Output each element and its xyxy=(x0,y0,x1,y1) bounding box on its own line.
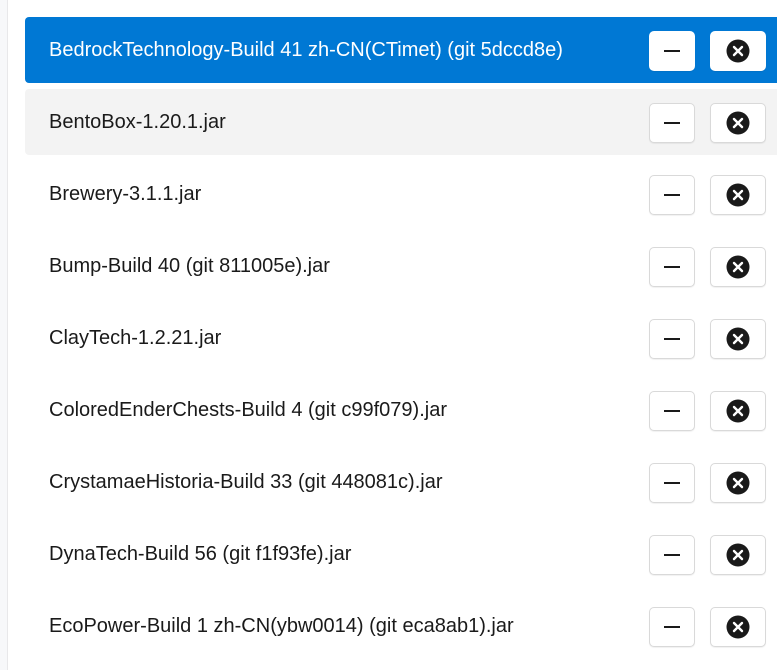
remove-plugin-button[interactable] xyxy=(710,31,766,71)
remove-plugin-button[interactable] xyxy=(710,607,766,647)
remove-plugin-button[interactable] xyxy=(710,247,766,287)
disable-plugin-button[interactable] xyxy=(649,535,695,575)
minus-icon xyxy=(664,338,680,340)
plugin-manager-window: BedrockTechnology-Build 41 zh-CN(CTimet)… xyxy=(0,0,777,670)
close-circle-icon xyxy=(726,327,750,351)
minus-icon xyxy=(664,122,680,124)
remove-plugin-button[interactable] xyxy=(710,391,766,431)
close-circle-icon xyxy=(726,543,750,567)
plugin-row[interactable]: CrystamaeHistoria-Build 33 (git 448081c)… xyxy=(25,449,777,515)
plugin-row[interactable]: ClayTech-1.2.21.jar xyxy=(25,305,777,371)
remove-plugin-button[interactable] xyxy=(710,535,766,575)
plugin-name: CrystamaeHistoria-Build 33 (git 448081c)… xyxy=(49,471,443,493)
plugin-row[interactable]: DynaTech-Build 56 (git f1f93fe).jar xyxy=(25,521,777,587)
disable-plugin-button[interactable] xyxy=(649,463,695,503)
plugin-name: BentoBox-1.20.1.jar xyxy=(49,111,226,133)
close-circle-icon xyxy=(726,111,750,135)
plugin-row[interactable]: EcoPower-Build 1 zh-CN(ybw0014) (git eca… xyxy=(25,593,777,659)
plugin-name: ClayTech-1.2.21.jar xyxy=(49,327,222,349)
close-circle-icon xyxy=(726,399,750,423)
plugin-row[interactable]: Brewery-3.1.1.jar xyxy=(25,161,777,227)
plugin-row[interactable]: Bump-Build 40 (git 811005e).jar xyxy=(25,233,777,299)
plugin-name: Brewery-3.1.1.jar xyxy=(49,183,202,205)
disable-plugin-button[interactable] xyxy=(649,31,695,71)
sidebar-edge xyxy=(0,0,8,670)
disable-plugin-button[interactable] xyxy=(649,103,695,143)
plugin-name: Bump-Build 40 (git 811005e).jar xyxy=(49,255,330,277)
disable-plugin-button[interactable] xyxy=(649,391,695,431)
minus-icon xyxy=(664,266,680,268)
remove-plugin-button[interactable] xyxy=(710,175,766,215)
close-circle-icon xyxy=(726,255,750,279)
plugin-name: DynaTech-Build 56 (git f1f93fe).jar xyxy=(49,543,352,565)
disable-plugin-button[interactable] xyxy=(649,319,695,359)
close-circle-icon xyxy=(726,183,750,207)
plugin-name: BedrockTechnology-Build 41 zh-CN(CTimet)… xyxy=(49,39,563,61)
remove-plugin-button[interactable] xyxy=(710,319,766,359)
plugin-row[interactable]: ColoredEnderChests-Build 4 (git c99f079)… xyxy=(25,377,777,443)
plugin-name: EcoPower-Build 1 zh-CN(ybw0014) (git eca… xyxy=(49,615,514,637)
remove-plugin-button[interactable] xyxy=(710,103,766,143)
minus-icon xyxy=(664,626,680,628)
minus-icon xyxy=(664,194,680,196)
close-circle-icon xyxy=(726,471,750,495)
minus-icon xyxy=(664,50,680,52)
close-circle-icon xyxy=(726,615,750,639)
plugin-row[interactable]: BentoBox-1.20.1.jar xyxy=(25,89,777,155)
remove-plugin-button[interactable] xyxy=(710,463,766,503)
minus-icon xyxy=(664,482,680,484)
disable-plugin-button[interactable] xyxy=(649,175,695,215)
minus-icon xyxy=(664,410,680,412)
minus-icon xyxy=(664,554,680,556)
disable-plugin-button[interactable] xyxy=(649,247,695,287)
plugin-list: BedrockTechnology-Build 41 zh-CN(CTimet)… xyxy=(25,17,777,665)
plugin-name: ColoredEnderChests-Build 4 (git c99f079)… xyxy=(49,399,447,421)
disable-plugin-button[interactable] xyxy=(649,607,695,647)
plugin-row[interactable]: BedrockTechnology-Build 41 zh-CN(CTimet)… xyxy=(25,17,777,83)
close-circle-icon xyxy=(726,39,750,63)
